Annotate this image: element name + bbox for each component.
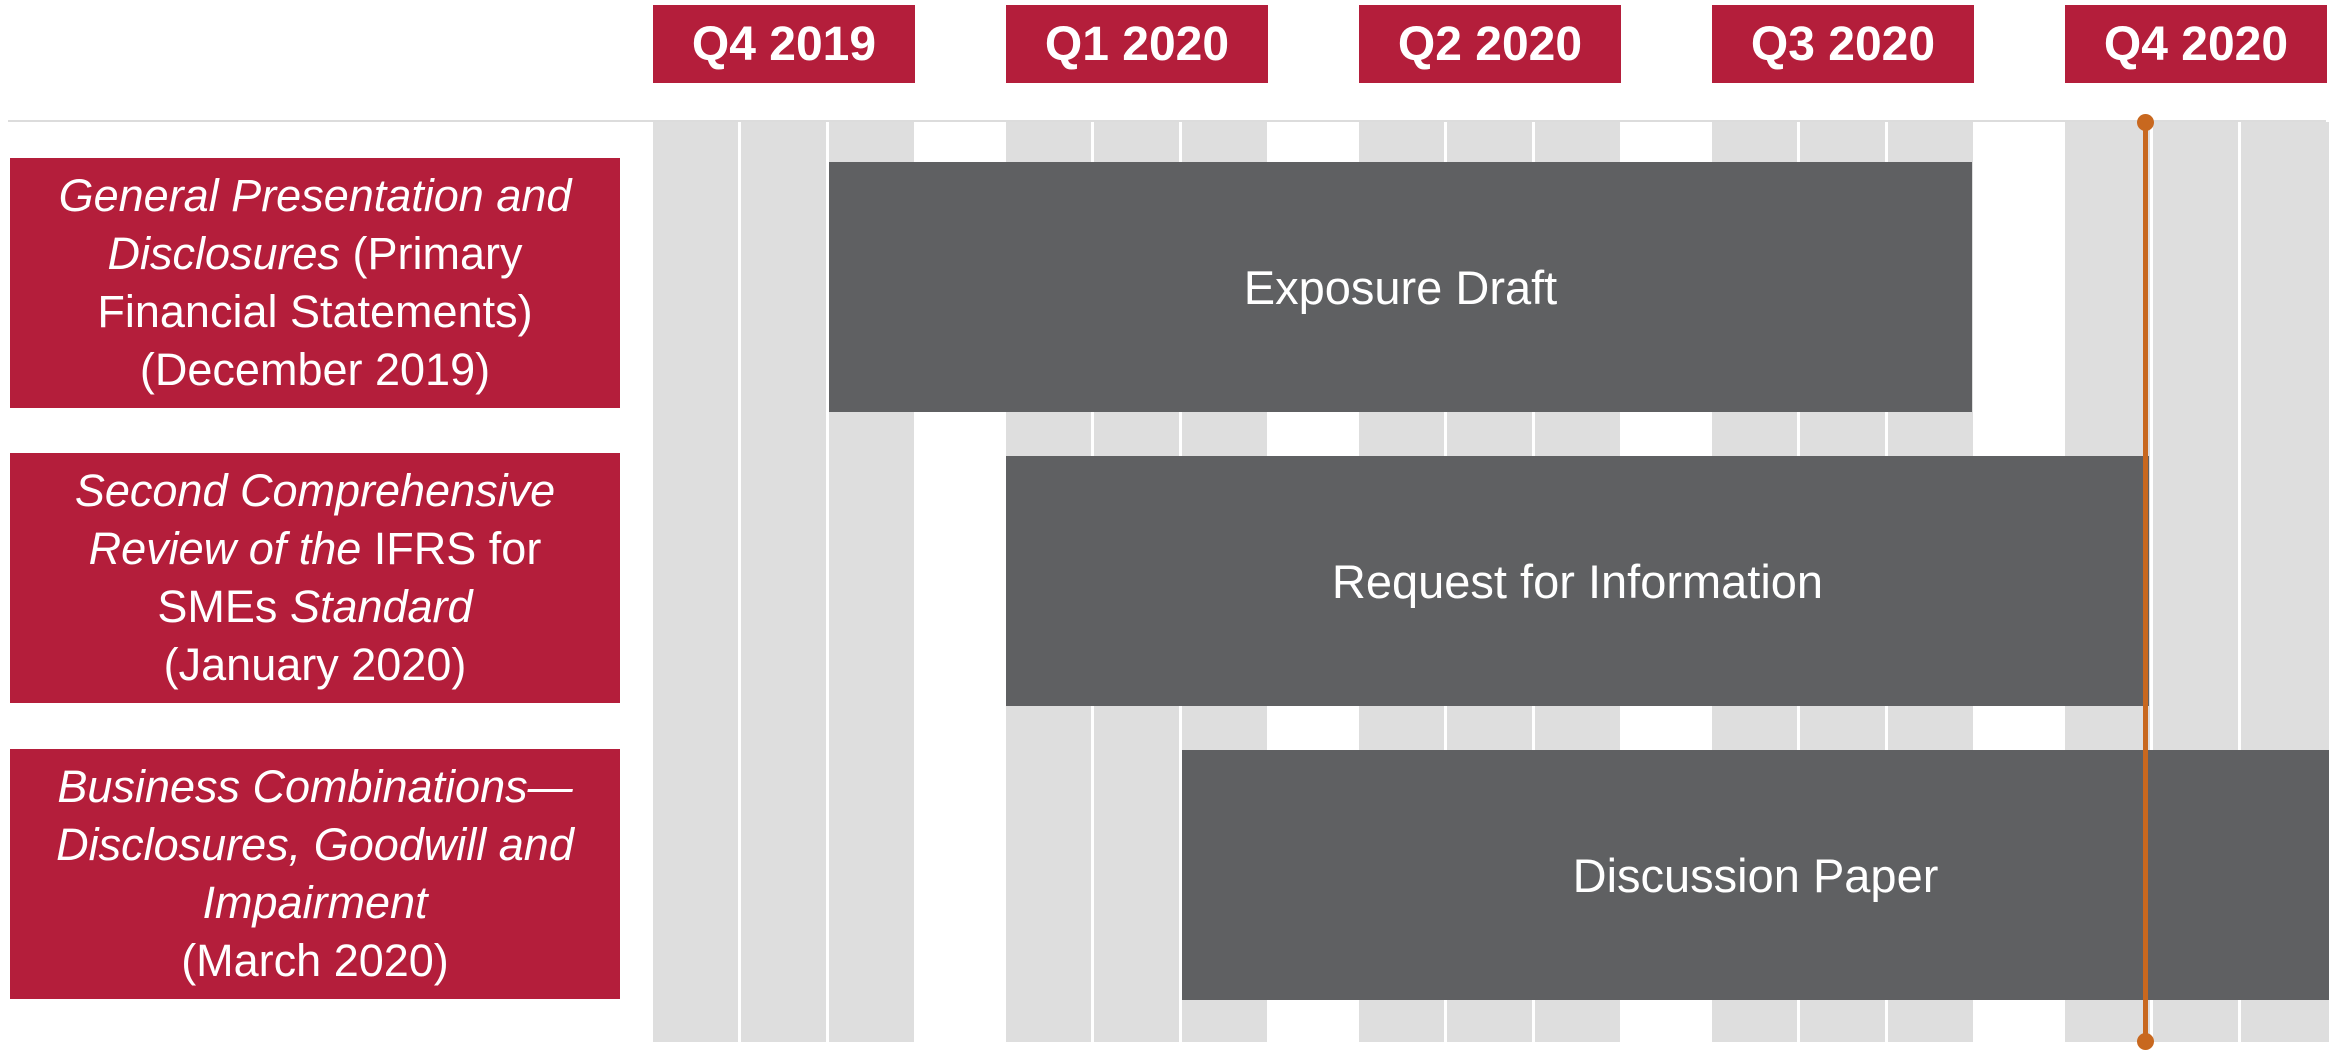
italic-text: Impairment [202,877,428,928]
italic-text: Review of the [88,523,362,574]
month-stripe [741,122,829,1042]
regular-text: (Primary [340,228,523,279]
bar-label-request-for-information: Request for Information [1331,554,1824,608]
month-stripe [653,122,741,1042]
bar-discussion-paper: Discussion Paper [1182,750,2329,1000]
italic-text: Second Comprehensive [74,465,556,516]
italic-text: Business Combinations— [57,761,573,812]
italic-text: Disclosures, Goodwill and [56,819,574,870]
bar-request-for-information: Request for Information [1006,456,2149,706]
italic-text: Standard [289,581,473,632]
bar-label-discussion-paper: Discussion Paper [1572,848,1939,902]
quarter-header-q4-2020: Q4 2020 [2065,5,2327,83]
current-date-marker-line [2143,122,2148,1042]
italic-text: General Presentation and [58,170,572,221]
row-label-line: (March 2020) [181,932,449,990]
row-label-business-combinations: Business Combinations— Disclosures, Goodw… [10,749,620,999]
row-label-line: SMEs Standard [157,578,472,636]
regular-text: (December 2019) [139,344,491,395]
regular-text: (March 2020) [181,935,449,986]
row-label-line: General Presentation and [59,167,572,225]
regular-text: SMEs [157,581,290,632]
quarter-header-q2-2020: Q2 2020 [1359,5,1621,83]
quarter-header-q3-2020: Q3 2020 [1712,5,1974,83]
row-label-sme-review: Second Comprehensive Review of the IFRS f… [10,453,620,703]
row-label-line: (December 2019) [140,341,490,399]
row-label-line: Second Comprehensive [75,462,555,520]
header-divider [8,120,2326,122]
bar-exposure-draft: Exposure Draft [829,162,1972,412]
row-label-line: Disclosures, Goodwill and [56,816,574,874]
row-label-line: (January 2020) [164,636,467,694]
row-label-line: Review of the IFRS for [89,520,542,578]
regular-text: Financial Statements) [97,286,533,337]
row-label-line: Disclosures (Primary [107,225,522,283]
row-label-line: Financial Statements) [97,283,532,341]
row-label-line: Impairment [202,874,427,932]
regular-text: (January 2020) [163,639,467,690]
regular-text: IFRS for [361,523,542,574]
row-label-line: Business Combinations— [57,758,572,816]
bar-label-exposure-draft: Exposure Draft [1243,260,1558,314]
italic-text: Disclosures [107,228,341,279]
quarter-header-q4-2019: Q4 2019 [653,5,915,83]
current-date-marker-top-dot [2137,114,2154,131]
row-label-general-presentation: General Presentation and Disclosures (Pri… [10,158,620,408]
quarter-header-q1-2020: Q1 2020 [1006,5,1268,83]
